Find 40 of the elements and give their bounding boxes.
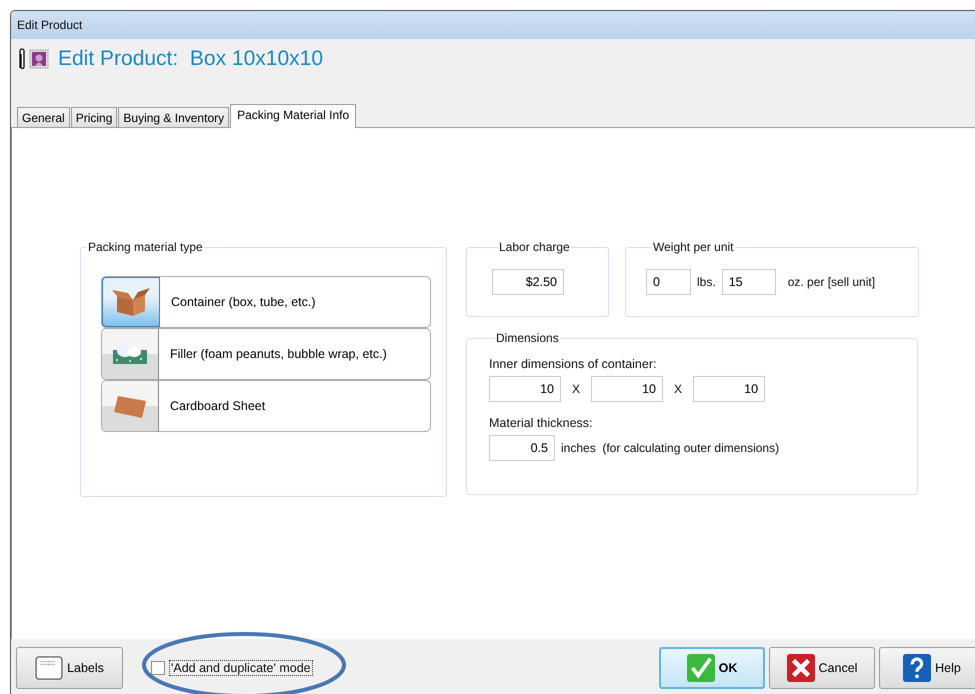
help-icon [903, 654, 932, 682]
group-label: Weight per unit [652, 240, 734, 254]
pounds-field[interactable]: 0 [646, 269, 691, 295]
option-button[interactable]: Container (box, tube, etc.) [101, 276, 431, 328]
product-title: Edit Product: Box 10x10x10 [58, 47, 323, 71]
label-sheet-icon [35, 656, 64, 680]
checkmark-icon [686, 654, 715, 682]
tab[interactable]: Pricing [70, 107, 118, 127]
box-icon [111, 286, 151, 318]
paperclip-icon [18, 47, 26, 71]
field-label: Inner dimensions of container: [489, 357, 658, 371]
tab[interactable]: General [17, 107, 70, 127]
cancel-button[interactable]: Cancel [769, 647, 875, 689]
dimension-field[interactable]: 10 [489, 376, 561, 402]
stamp-icon [29, 49, 49, 69]
tab[interactable]: Packing Material Info [230, 104, 356, 128]
option-button[interactable]: Cardboard Sheet [101, 380, 431, 432]
unit-label: inches (for calculating outer dimensions) [561, 441, 780, 455]
unit-label: lbs. [697, 275, 716, 289]
group-label: Labor charge [498, 240, 571, 254]
checkbox[interactable] [151, 661, 165, 675]
field-label: Material thickness: [489, 416, 594, 430]
tab[interactable]: Buying & Inventory [118, 107, 230, 127]
labor-charge-field[interactable]: $2.50 [492, 269, 564, 295]
thickness-field[interactable]: 0.5 [489, 435, 555, 461]
ounces-field[interactable]: 15 [722, 269, 776, 295]
option-button[interactable]: Filler (foam peanuts, bubble wrap, etc.) [101, 328, 431, 380]
window-title: Edit Product [17, 18, 82, 32]
dimension-field[interactable]: 10 [693, 376, 766, 402]
labels-button[interactable]: Labels [16, 647, 123, 689]
unit-label: oz. per [sell unit] [788, 275, 876, 289]
ok-button[interactable]: OK [659, 647, 765, 689]
checkbox-label[interactable]: 'Add and duplicate' mode [169, 660, 313, 676]
dimension-field[interactable]: 10 [591, 376, 664, 402]
times-sign: X [674, 382, 682, 396]
close-icon [786, 654, 815, 682]
group-label: Packing material type [87, 240, 204, 254]
help-button[interactable]: Help [879, 647, 975, 689]
times-sign: X [572, 382, 580, 396]
group-label: Dimensions [495, 331, 560, 345]
